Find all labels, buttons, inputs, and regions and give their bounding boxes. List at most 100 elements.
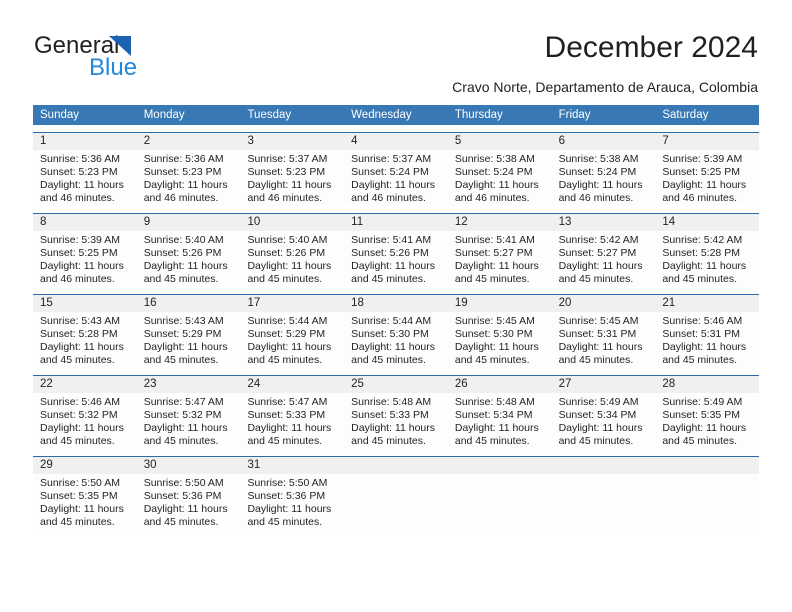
day-cell[interactable]: Sunrise: 5:46 AM Sunset: 5:32 PM Dayligh…: [33, 393, 137, 449]
sunset-text: Sunset: 5:32 PM: [40, 409, 118, 422]
day-cell[interactable]: Sunrise: 5:48 AM Sunset: 5:33 PM Dayligh…: [344, 393, 448, 449]
day-cell[interactable]: Sunrise: 5:39 AM Sunset: 5:25 PM Dayligh…: [655, 150, 759, 206]
day-number[interactable]: 25: [344, 376, 448, 393]
week-detail-row: Sunrise: 5:43 AM Sunset: 5:28 PM Dayligh…: [33, 312, 759, 368]
day-number[interactable]: 9: [137, 214, 241, 231]
day-number[interactable]: 30: [137, 457, 241, 474]
day-number[interactable]: 31: [240, 457, 344, 474]
day-cell[interactable]: Sunrise: 5:45 AM Sunset: 5:30 PM Dayligh…: [448, 312, 552, 368]
sunset-text: Sunset: 5:32 PM: [143, 409, 222, 422]
daylight-text-line2: and 46 minutes.: [351, 192, 426, 205]
sunrise-text: Sunrise: 5:48 AM: [351, 396, 432, 408]
day-cell[interactable]: Sunrise: 5:37 AM Sunset: 5:24 PM Dayligh…: [344, 150, 448, 206]
day-cell[interactable]: Sunrise: 5:46 AM Sunset: 5:31 PM Dayligh…: [655, 312, 759, 368]
day-number[interactable]: 15: [33, 295, 137, 312]
sunset-text: Sunset: 5:26 PM: [143, 247, 222, 260]
day-cell[interactable]: Sunrise: 5:43 AM Sunset: 5:28 PM Dayligh…: [33, 312, 137, 368]
day-cell[interactable]: Sunrise: 5:36 AM Sunset: 5:23 PM Dayligh…: [33, 150, 137, 206]
day-number[interactable]: 16: [137, 295, 241, 312]
sunset-text: Sunset: 5:26 PM: [351, 247, 429, 260]
day-cell[interactable]: Sunrise: 5:43 AM Sunset: 5:29 PM Dayligh…: [137, 312, 241, 368]
sunset-text: Sunset: 5:31 PM: [558, 328, 637, 341]
sunset-text: Sunset: 5:26 PM: [247, 247, 326, 260]
day-cell[interactable]: Sunrise: 5:40 AM Sunset: 5:26 PM Dayligh…: [137, 231, 241, 287]
day-number[interactable]: 10: [240, 214, 344, 231]
sunset-text: Sunset: 5:24 PM: [454, 166, 533, 179]
day-number[interactable]: 7: [655, 133, 759, 150]
day-cell[interactable]: Sunrise: 5:50 AM Sunset: 5:35 PM Dayligh…: [33, 474, 137, 530]
day-number[interactable]: 8: [33, 214, 137, 231]
day-number[interactable]: 2: [137, 133, 241, 150]
day-cell[interactable]: Sunrise: 5:50 AM Sunset: 5:36 PM Dayligh…: [137, 474, 241, 530]
day-number[interactable]: 14: [655, 214, 759, 231]
day-number[interactable]: 1: [33, 133, 137, 150]
day-cell[interactable]: Sunrise: 5:49 AM Sunset: 5:34 PM Dayligh…: [552, 393, 656, 449]
daylight-text-line1: Daylight: 11 hours: [454, 179, 539, 192]
day-cell[interactable]: Sunrise: 5:42 AM Sunset: 5:27 PM Dayligh…: [552, 231, 656, 287]
day-cell[interactable]: Sunrise: 5:48 AM Sunset: 5:34 PM Dayligh…: [448, 393, 552, 449]
day-number[interactable]: 21: [655, 295, 759, 312]
day-number[interactable]: 13: [552, 214, 656, 231]
day-cell[interactable]: Sunrise: 5:37 AM Sunset: 5:23 PM Dayligh…: [240, 150, 344, 206]
sunset-text: Sunset: 5:27 PM: [558, 247, 637, 260]
day-cell[interactable]: Sunrise: 5:44 AM Sunset: 5:29 PM Dayligh…: [240, 312, 344, 368]
sunrise-text: Sunrise: 5:46 AM: [662, 315, 743, 327]
day-cell[interactable]: Sunrise: 5:41 AM Sunset: 5:27 PM Dayligh…: [448, 231, 552, 287]
sunset-text: Sunset: 5:27 PM: [454, 247, 533, 260]
day-number[interactable]: 19: [448, 295, 552, 312]
daylight-text-line2: and 45 minutes.: [558, 273, 634, 286]
daylight-text-line2: and 45 minutes.: [40, 435, 115, 448]
sunrise-text: Sunrise: 5:50 AM: [247, 477, 328, 489]
day-cell[interactable]: Sunrise: 5:50 AM Sunset: 5:36 PM Dayligh…: [240, 474, 344, 530]
day-cell[interactable]: Sunrise: 5:41 AM Sunset: 5:26 PM Dayligh…: [344, 231, 448, 287]
day-number[interactable]: 22: [33, 376, 137, 393]
day-number[interactable]: 29: [33, 457, 137, 474]
day-number[interactable]: 11: [344, 214, 448, 231]
day-number-empty: [655, 457, 759, 474]
day-number[interactable]: 12: [448, 214, 552, 231]
day-cell[interactable]: Sunrise: 5:44 AM Sunset: 5:30 PM Dayligh…: [344, 312, 448, 368]
sunset-text: Sunset: 5:24 PM: [351, 166, 429, 179]
day-cell-empty: [552, 474, 656, 530]
daylight-text-line2: and 45 minutes.: [143, 516, 219, 529]
sunrise-text: Sunrise: 5:39 AM: [662, 153, 743, 165]
sunrise-text: Sunrise: 5:40 AM: [143, 234, 224, 246]
day-cell[interactable]: Sunrise: 5:40 AM Sunset: 5:26 PM Dayligh…: [240, 231, 344, 287]
day-number[interactable]: 20: [552, 295, 656, 312]
daylight-text-line2: and 45 minutes.: [454, 435, 530, 448]
day-cell[interactable]: Sunrise: 5:47 AM Sunset: 5:32 PM Dayligh…: [137, 393, 241, 449]
sunrise-text: Sunrise: 5:49 AM: [662, 396, 743, 408]
day-cell[interactable]: Sunrise: 5:39 AM Sunset: 5:25 PM Dayligh…: [33, 231, 137, 287]
daylight-text-line1: Daylight: 11 hours: [351, 422, 436, 435]
day-number[interactable]: 17: [240, 295, 344, 312]
day-number[interactable]: 26: [448, 376, 552, 393]
day-number[interactable]: 5: [448, 133, 552, 150]
day-number[interactable]: 27: [552, 376, 656, 393]
day-number[interactable]: 18: [344, 295, 448, 312]
daylight-text-line2: and 46 minutes.: [558, 192, 634, 205]
day-number[interactable]: 24: [240, 376, 344, 393]
day-cell[interactable]: Sunrise: 5:49 AM Sunset: 5:35 PM Dayligh…: [655, 393, 759, 449]
weekday-header-sunday: Sunday: [40, 109, 80, 121]
logo-triangle-icon: [109, 36, 131, 56]
day-cell[interactable]: Sunrise: 5:47 AM Sunset: 5:33 PM Dayligh…: [240, 393, 344, 449]
day-number[interactable]: 3: [240, 133, 344, 150]
daylight-text-line1: Daylight: 11 hours: [662, 179, 747, 192]
sunrise-text: Sunrise: 5:43 AM: [143, 315, 224, 327]
week-detail-row: Sunrise: 5:50 AM Sunset: 5:35 PM Dayligh…: [33, 474, 759, 530]
day-cell[interactable]: Sunrise: 5:38 AM Sunset: 5:24 PM Dayligh…: [552, 150, 656, 206]
sunset-text: Sunset: 5:29 PM: [143, 328, 222, 341]
day-cell[interactable]: Sunrise: 5:36 AM Sunset: 5:23 PM Dayligh…: [137, 150, 241, 206]
day-cell[interactable]: Sunrise: 5:45 AM Sunset: 5:31 PM Dayligh…: [552, 312, 656, 368]
day-cell[interactable]: Sunrise: 5:38 AM Sunset: 5:24 PM Dayligh…: [448, 150, 552, 206]
day-number[interactable]: 4: [344, 133, 448, 150]
day-number[interactable]: 28: [655, 376, 759, 393]
daylight-text-line2: and 46 minutes.: [40, 273, 115, 286]
daylight-text-line2: and 46 minutes.: [454, 192, 530, 205]
general-blue-logo[interactable]: General Blue: [34, 33, 214, 81]
day-number[interactable]: 23: [137, 376, 241, 393]
day-number[interactable]: 6: [552, 133, 656, 150]
calendar-week-row: 22 23 24 25 26 27 28 Sunrise: 5:46 AM Su…: [33, 375, 759, 449]
day-cell[interactable]: Sunrise: 5:42 AM Sunset: 5:28 PM Dayligh…: [655, 231, 759, 287]
sunset-text: Sunset: 5:36 PM: [143, 490, 222, 503]
